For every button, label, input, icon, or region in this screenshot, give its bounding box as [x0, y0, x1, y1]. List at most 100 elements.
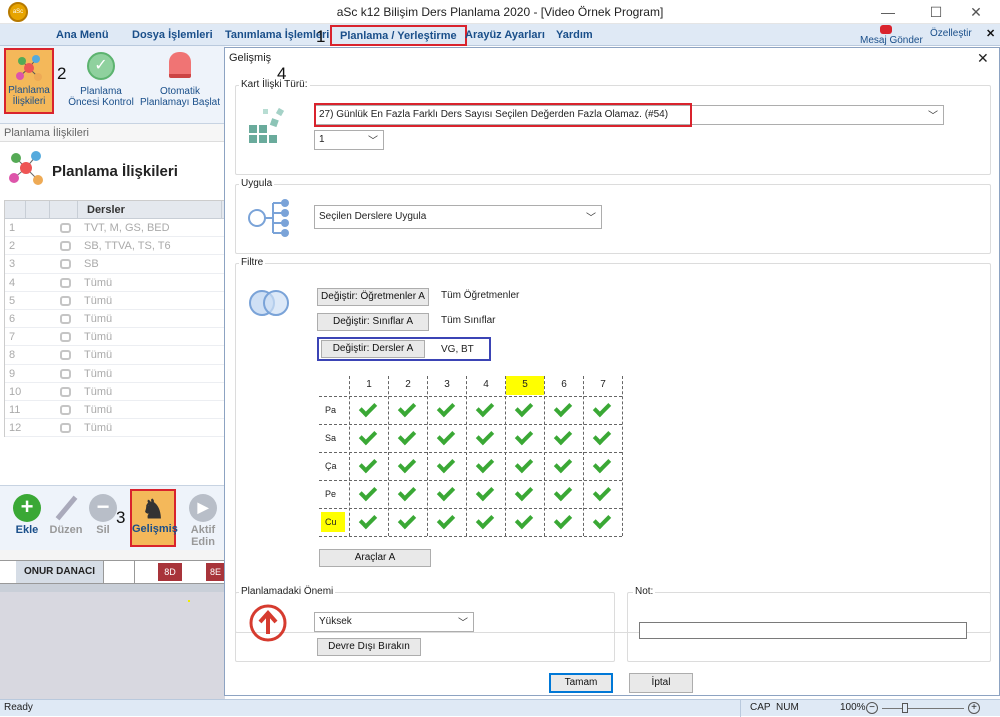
period-cell[interactable] — [388, 396, 427, 424]
period-header[interactable]: 4 — [467, 376, 505, 395]
change-teachers-button[interactable]: Değiştir: Öğretmenler A — [317, 288, 429, 306]
day-header[interactable]: Sa — [321, 428, 345, 448]
period-cell[interactable] — [349, 424, 388, 452]
network-icon — [14, 53, 44, 83]
day-header[interactable]: Ça — [321, 456, 345, 476]
period-cell[interactable] — [388, 452, 427, 480]
zoom-out-icon[interactable]: − — [866, 702, 878, 714]
table-row[interactable]: 2 SB, TTVA, TS, T6 — [5, 237, 224, 256]
customize-menu[interactable]: Özelleştir — [930, 28, 972, 39]
table-row[interactable]: 4 Tümü — [5, 274, 224, 292]
period-cell[interactable] — [466, 508, 505, 536]
menu-arayuz-ayarlari[interactable]: Arayüz Ayarları — [465, 29, 545, 41]
period-header[interactable]: 1 — [350, 376, 388, 395]
note-input[interactable] — [639, 622, 967, 639]
zoom-in-icon[interactable]: + — [968, 702, 980, 714]
period-cell[interactable] — [583, 396, 622, 424]
period-header[interactable]: 2 — [389, 376, 427, 395]
period-cell[interactable] — [349, 396, 388, 424]
delete-button[interactable]: − Sil — [88, 494, 118, 536]
period-cell[interactable] — [583, 452, 622, 480]
add-button[interactable]: + Ekle — [10, 494, 44, 536]
table-row[interactable]: 8 Tümü — [5, 346, 224, 365]
menu-tanimlama-islemleri[interactable]: Tanımlama İşlemleri — [225, 29, 329, 41]
period-cell[interactable] — [505, 480, 544, 508]
close-window-button[interactable]: ✕ — [958, 2, 994, 22]
column-dersler[interactable]: Dersler — [87, 204, 125, 216]
period-cell[interactable] — [427, 508, 466, 536]
apply-dropdown[interactable]: Seçilen Derslere Uygula ﹀ — [314, 205, 602, 229]
period-cell[interactable] — [583, 508, 622, 536]
dialog-close-button[interactable]: ✕ — [977, 50, 989, 67]
cancel-button[interactable]: İptal — [629, 673, 693, 693]
lesson-cell[interactable]: 8E — [206, 563, 225, 581]
period-cell[interactable] — [505, 396, 544, 424]
period-cell[interactable] — [544, 396, 583, 424]
period-cell[interactable] — [388, 508, 427, 536]
ok-button[interactable]: Tamam — [549, 673, 613, 693]
period-cell[interactable] — [466, 396, 505, 424]
period-cell[interactable] — [505, 424, 544, 452]
table-row[interactable]: 3 SB — [5, 255, 224, 274]
change-classes-button[interactable]: Değiştir: Sınıflar A — [317, 313, 429, 331]
close-document-button[interactable]: ✕ — [986, 27, 995, 40]
start-auto-planning-button[interactable]: Otomatik Planlamayı Başlat — [138, 52, 222, 114]
day-header[interactable]: Cu — [321, 512, 345, 532]
disable-button[interactable]: Devre Dışı Bırakın — [317, 638, 421, 656]
table-row[interactable]: 10 Tümü — [5, 383, 224, 401]
advanced-button[interactable]: ♞ Gelişmiş — [130, 489, 178, 547]
lesson-cell[interactable]: 8D — [158, 563, 182, 581]
tools-button[interactable]: Araçlar A — [319, 549, 431, 567]
period-header[interactable]: 3 — [428, 376, 466, 395]
change-lessons-button[interactable]: Değiştir: Dersler A — [321, 340, 425, 358]
period-cell[interactable] — [388, 480, 427, 508]
table-row[interactable]: 7 Tümü — [5, 328, 224, 347]
table-row[interactable]: 5 Tümü — [5, 292, 224, 310]
period-cell[interactable] — [544, 452, 583, 480]
period-cell[interactable] — [544, 480, 583, 508]
send-message-button[interactable]: Mesaj Gönder — [860, 35, 923, 46]
period-cell[interactable] — [583, 424, 622, 452]
minimize-button[interactable]: — — [870, 2, 906, 22]
period-cell[interactable] — [466, 424, 505, 452]
pre-planning-check-button[interactable]: ✓ Planlama Öncesi Kontrol — [64, 52, 138, 114]
table-row[interactable]: 12 Tümü — [5, 419, 224, 438]
table-row[interactable]: 11 Tümü — [5, 401, 224, 420]
period-cell[interactable] — [349, 508, 388, 536]
table-row[interactable]: 1 TVT, M, GS, BED — [5, 219, 224, 238]
period-cell[interactable] — [427, 396, 466, 424]
day-header[interactable]: Pa — [321, 400, 345, 420]
period-cell[interactable] — [466, 480, 505, 508]
period-cell[interactable] — [427, 452, 466, 480]
period-cell[interactable] — [427, 480, 466, 508]
menu-planlama-yerlestirme[interactable]: Planlama / Yerleştirme — [330, 25, 467, 46]
menu-yardim[interactable]: Yardım — [556, 29, 593, 41]
period-cell[interactable] — [505, 452, 544, 480]
table-row[interactable]: 6 Tümü — [5, 310, 224, 329]
period-cell[interactable] — [583, 480, 622, 508]
period-cell[interactable] — [466, 452, 505, 480]
period-header[interactable]: 6 — [545, 376, 583, 395]
period-cell[interactable] — [349, 480, 388, 508]
zoom-slider[interactable] — [882, 708, 964, 709]
period-header[interactable]: 5 — [506, 376, 544, 395]
importance-dropdown[interactable]: Yüksek ﹀ — [314, 612, 474, 632]
day-header[interactable]: Pe — [321, 484, 345, 504]
zoom-slider-thumb[interactable] — [902, 703, 908, 713]
activate-button[interactable]: ▶ Aktif Edin — [184, 494, 222, 548]
edit-button[interactable]: Düzen — [48, 494, 84, 536]
period-cell[interactable] — [544, 424, 583, 452]
period-cell[interactable] — [388, 424, 427, 452]
menu-dosya-islemleri[interactable]: Dosya İşlemleri — [132, 29, 213, 41]
planning-relations-button[interactable]: Planlama İlişkileri — [4, 48, 54, 114]
period-cell[interactable] — [544, 508, 583, 536]
teacher-name[interactable]: ONUR DANACI — [16, 561, 104, 583]
table-row[interactable]: 9 Tümü — [5, 365, 224, 383]
maximize-button[interactable]: ☐ — [918, 2, 954, 22]
period-cell[interactable] — [427, 424, 466, 452]
period-cell[interactable] — [505, 508, 544, 536]
count-dropdown[interactable]: 1 ﹀ — [314, 130, 384, 150]
period-header[interactable]: 7 — [584, 376, 622, 395]
menu-ana-menu[interactable]: Ana Menü — [56, 29, 109, 41]
period-cell[interactable] — [349, 452, 388, 480]
